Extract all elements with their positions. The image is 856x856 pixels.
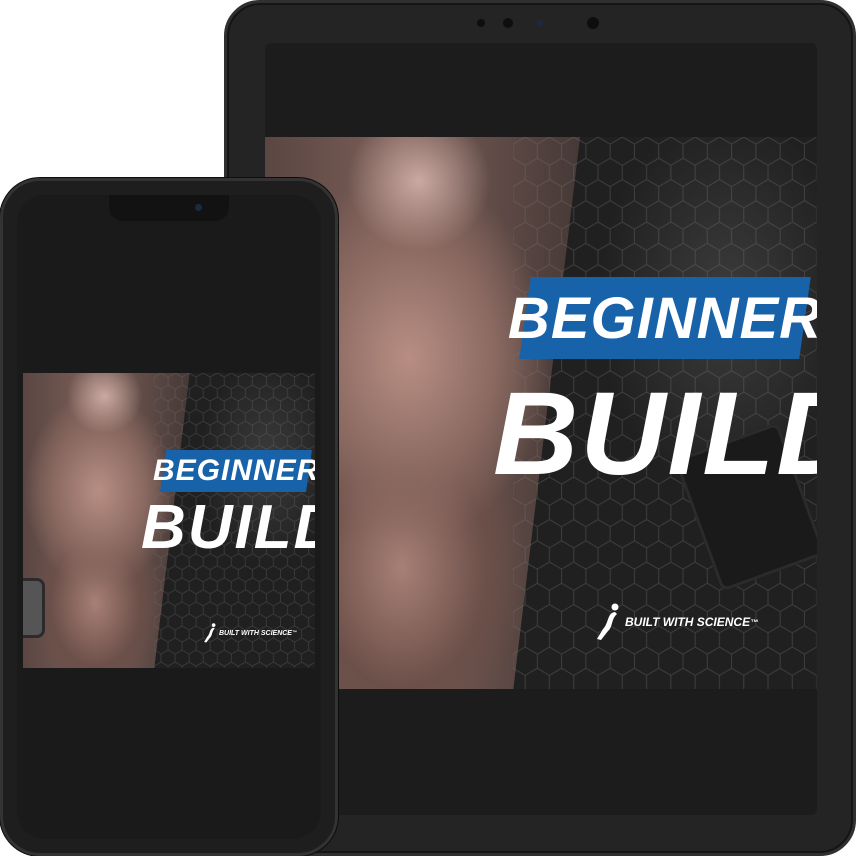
phone-device: BEGINNER BUILD BUILT WITH SCIENCE™ xyxy=(0,178,338,856)
cover-title-line2: BUILD xyxy=(141,493,315,562)
tablet-cover-image: BEGINNER BUILD BUILT WITH SCIENCE™ xyxy=(265,137,817,689)
brand-logo: BUILT WITH SCIENCE ™ xyxy=(595,603,758,641)
dumbbell-shape xyxy=(23,578,45,638)
cover-title-line2: BUILD xyxy=(493,368,817,500)
sensor-icon xyxy=(477,19,485,27)
trademark-symbol: ™ xyxy=(750,617,759,627)
phone-notch xyxy=(109,195,229,221)
cover-title-line1: BEGINNER xyxy=(152,454,315,487)
brand-name: BUILT WITH SCIENCE xyxy=(219,629,292,637)
tablet-screen: BEGINNER BUILD BUILT WITH SCIENCE™ xyxy=(265,43,817,815)
trademark-symbol: ™ xyxy=(291,630,297,636)
sensor-icon xyxy=(503,18,513,28)
title-banner: BEGINNER xyxy=(153,450,315,492)
brand-name: BUILT WITH SCIENCE xyxy=(625,615,751,629)
camera-icon xyxy=(537,20,543,26)
runner-logo-icon xyxy=(597,603,619,640)
phone-cover-image: BEGINNER BUILD BUILT WITH SCIENCE™ xyxy=(23,373,315,668)
brand-logo: BUILT WITH SCIENCE ™ xyxy=(203,623,297,643)
phone-screen: BEGINNER BUILD BUILT WITH SCIENCE™ xyxy=(17,195,321,839)
sensor-icon xyxy=(587,17,599,29)
tablet-sensor-row xyxy=(227,17,853,29)
camera-icon xyxy=(195,204,202,211)
cover-title-line1: BEGINNER xyxy=(507,285,817,351)
title-banner: BEGINNER xyxy=(508,277,817,359)
runner-logo-icon xyxy=(204,623,216,643)
